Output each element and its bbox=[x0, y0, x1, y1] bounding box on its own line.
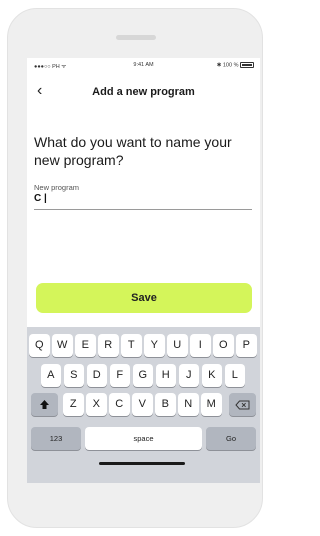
speaker-grille bbox=[116, 35, 156, 40]
program-name-input[interactable]: C | bbox=[34, 193, 47, 204]
program-name-label: New program bbox=[34, 183, 80, 192]
key-v[interactable]: V bbox=[132, 393, 153, 416]
key-z[interactable]: Z bbox=[63, 393, 84, 416]
space-key[interactable]: space bbox=[85, 427, 202, 450]
key-n[interactable]: N bbox=[178, 393, 199, 416]
status-bar: ●●●○○ PH ᯤ 9:41 AM ✱ 100 % bbox=[27, 58, 260, 72]
key-y[interactable]: Y bbox=[144, 334, 165, 357]
battery-text: ✱ 100 % bbox=[216, 62, 239, 69]
home-indicator bbox=[99, 462, 185, 465]
go-key[interactable]: Go bbox=[206, 427, 256, 450]
shift-icon bbox=[40, 400, 49, 409]
key-g[interactable]: G bbox=[132, 364, 153, 387]
key-q[interactable]: Q bbox=[29, 334, 50, 357]
key-e[interactable]: E bbox=[75, 334, 96, 357]
key-t[interactable]: T bbox=[121, 334, 142, 357]
backspace-icon bbox=[235, 400, 250, 410]
battery-icon bbox=[240, 62, 254, 68]
key-a[interactable]: A bbox=[40, 364, 61, 387]
key-x[interactable]: X bbox=[86, 393, 107, 416]
input-underline bbox=[34, 209, 252, 210]
key-b[interactable]: B bbox=[155, 393, 176, 416]
key-s[interactable]: S bbox=[63, 364, 84, 387]
key-o[interactable]: O bbox=[213, 334, 234, 357]
key-h[interactable]: H bbox=[155, 364, 176, 387]
key-u[interactable]: U bbox=[167, 334, 188, 357]
key-f[interactable]: F bbox=[109, 364, 130, 387]
key-j[interactable]: J bbox=[178, 364, 199, 387]
key-l[interactable]: L bbox=[224, 364, 245, 387]
shift-key[interactable] bbox=[31, 393, 58, 416]
key-d[interactable]: D bbox=[86, 364, 107, 387]
screen: ●●●○○ PH ᯤ 9:41 AM ✱ 100 % ‹ Add a new p… bbox=[27, 58, 260, 483]
nav-bar: ‹ Add a new program bbox=[27, 82, 260, 102]
key-i[interactable]: I bbox=[190, 334, 211, 357]
key-r[interactable]: R bbox=[98, 334, 119, 357]
numbers-key[interactable]: 123 bbox=[31, 427, 81, 450]
key-k[interactable]: K bbox=[201, 364, 222, 387]
key-c[interactable]: C bbox=[109, 393, 130, 416]
key-p[interactable]: P bbox=[236, 334, 257, 357]
save-button[interactable]: Save bbox=[36, 283, 252, 313]
name-question: What do you want to name your new progra… bbox=[34, 134, 232, 168]
key-w[interactable]: W bbox=[52, 334, 73, 357]
battery-status: ✱ 100 % bbox=[217, 62, 254, 68]
keyboard: QWERTYUIOP ASDFGHJKL ZXCVBNM 123 space G… bbox=[27, 327, 260, 483]
key-m[interactable]: M bbox=[201, 393, 222, 416]
page-title: Add a new program bbox=[92, 86, 195, 98]
delete-key[interactable] bbox=[229, 393, 256, 416]
